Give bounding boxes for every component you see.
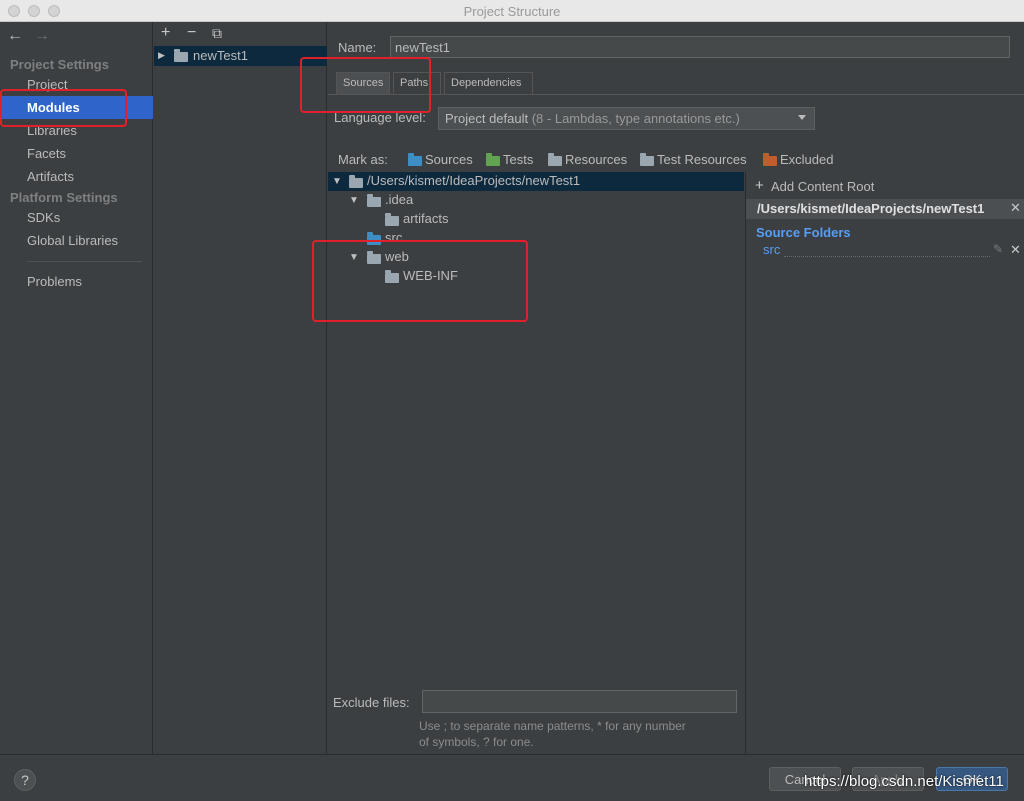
excluded-folder-icon [763, 153, 777, 166]
watermark-text: https://blog.csdn.net/Kismet11 [804, 773, 1004, 790]
sidebar-item-facets[interactable]: Facets [27, 146, 66, 161]
resources-folder-icon [548, 153, 562, 166]
tree-label: artifacts [403, 211, 449, 226]
sidebar-item-global-libraries[interactable]: Global Libraries [27, 233, 118, 248]
mark-resources-button[interactable]: Resources [565, 152, 627, 167]
tests-folder-icon [486, 153, 500, 166]
exclude-files-label: Exclude files: [333, 695, 410, 710]
add-module-icon[interactable]: + [161, 24, 170, 42]
tab-dependencies[interactable]: Dependencies [444, 72, 533, 94]
name-label: Name: [338, 40, 377, 55]
chevron-down-icon [798, 115, 806, 120]
mark-as-label: Mark as: [338, 152, 388, 167]
add-icon[interactable]: + [755, 177, 764, 194]
sidebar-divider [27, 261, 142, 262]
sources-folder-icon [408, 153, 422, 166]
tree-row-idea[interactable]: ▼ .idea [328, 191, 744, 210]
dotted-leader [784, 256, 990, 257]
content-root-path: /Users/kismet/IdeaProjects/newTest1 [746, 199, 1024, 219]
source-folders-label: Source Folders [756, 225, 851, 240]
language-level-detail: (8 - Lambdas, type annotations etc.) [528, 111, 740, 126]
window-titlebar: Project Structure [0, 0, 1024, 22]
mark-excluded-button[interactable]: Excluded [780, 152, 833, 167]
tab-divider [328, 94, 1024, 95]
language-level-select[interactable]: Project default (8 - Lambdas, type annot… [438, 107, 815, 130]
annotation-tree-box [312, 240, 528, 322]
exclude-hint-line1: Use ; to separate name patterns, * for a… [419, 719, 686, 733]
expand-arrow-icon[interactable]: ▶ [158, 50, 165, 61]
collapse-arrow-icon[interactable]: ▼ [349, 195, 359, 206]
project-settings-header: Project Settings [10, 57, 109, 72]
forward-arrow-icon[interactable]: → [34, 27, 50, 45]
module-name: newTest1 [193, 48, 248, 63]
annotation-sources-box [300, 57, 431, 113]
module-name-field[interactable]: newTest1 [390, 36, 1010, 58]
help-icon[interactable]: ? [14, 769, 36, 791]
tree-row-root[interactable]: ▼ /Users/kismet/IdeaProjects/newTest1 [328, 172, 744, 191]
module-folder-icon [174, 49, 188, 62]
folder-icon [367, 194, 381, 207]
settings-sidebar: ← → Project Settings Project Modules Lib… [0, 22, 153, 754]
remove-source-icon[interactable]: ✕ [1010, 242, 1021, 258]
sidebar-item-sdks[interactable]: SDKs [27, 210, 60, 225]
tree-label: .idea [385, 192, 414, 207]
copy-module-icon[interactable]: ⧉ [212, 25, 222, 42]
dialog-footer: ? Cancel Apply OK https://blog.csdn.net/… [0, 754, 1024, 801]
window-title: Project Structure [463, 4, 561, 19]
sidebar-item-problems[interactable]: Problems [27, 274, 82, 289]
platform-settings-header: Platform Settings [10, 190, 118, 205]
tree-row-artifacts[interactable]: artifacts [328, 210, 744, 229]
test-resources-folder-icon [640, 153, 654, 166]
annotation-modules-box [0, 89, 127, 127]
edit-pencil-icon[interactable]: ✎ [993, 242, 1003, 256]
folder-icon [349, 175, 363, 188]
back-arrow-icon[interactable]: ← [7, 27, 23, 45]
tree-label: /Users/kismet/IdeaProjects/newTest1 [367, 173, 581, 188]
source-folder-link[interactable]: src [763, 242, 780, 257]
module-list-panel: + − ⧉ ▶ newTest1 [154, 22, 327, 754]
remove-module-icon[interactable]: − [187, 24, 196, 42]
mark-sources-button[interactable]: Sources [425, 152, 473, 167]
remove-root-icon[interactable]: ✕ [1010, 200, 1021, 216]
add-content-root-button[interactable]: Add Content Root [771, 179, 874, 194]
module-editor: Name: newTest1 Sources Paths Dependencie… [328, 22, 1024, 754]
language-level-value: Project default [445, 111, 529, 126]
exclude-hint-line2: of symbols, ? for one. [419, 735, 534, 749]
mark-test-resources-button[interactable]: Test Resources [657, 152, 747, 167]
folder-icon [385, 213, 399, 226]
content-root-panel: + Add Content Root /Users/kismet/IdeaPro… [745, 172, 1024, 754]
exclude-files-input[interactable] [422, 690, 737, 713]
mark-tests-button[interactable]: Tests [503, 152, 533, 167]
sidebar-item-artifacts[interactable]: Artifacts [27, 169, 74, 184]
collapse-arrow-icon[interactable]: ▼ [332, 176, 342, 187]
